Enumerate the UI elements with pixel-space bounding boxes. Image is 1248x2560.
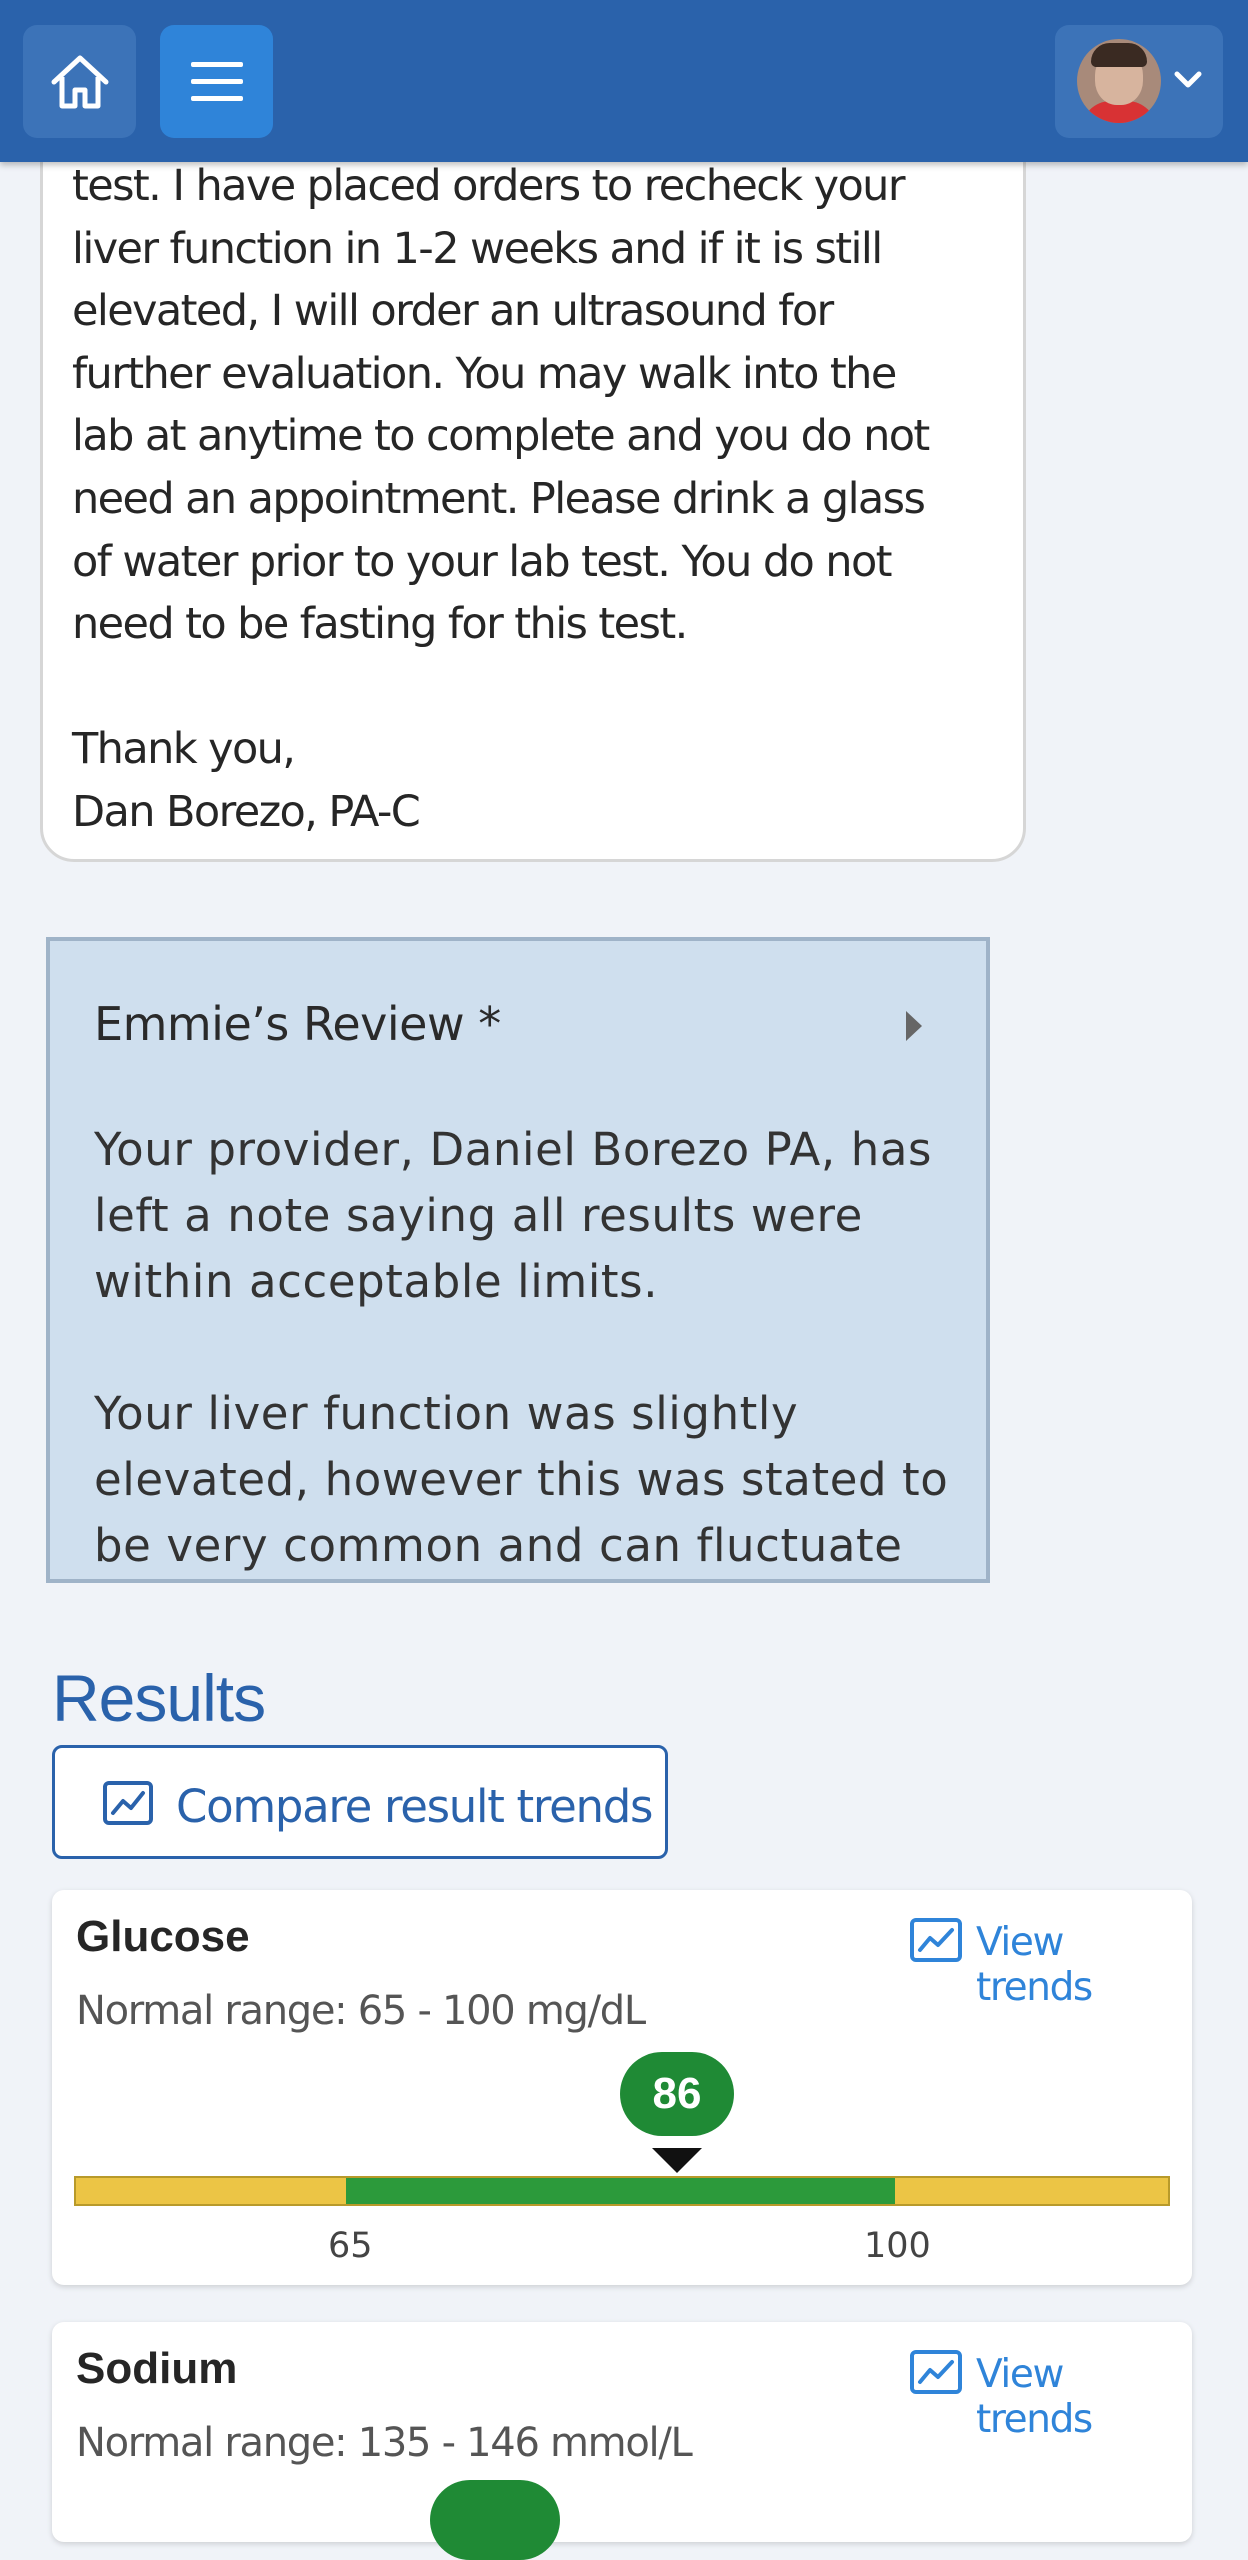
- account-menu-button[interactable]: [1055, 25, 1223, 138]
- message-line: of water prior to your lab test. You do …: [72, 536, 893, 587]
- message-line: elevated, I will order an ultrasound for: [72, 286, 834, 337]
- value-pointer-icon: [652, 2148, 702, 2173]
- trend-chart-icon: [910, 1918, 962, 1962]
- menu-button[interactable]: [160, 25, 273, 138]
- view-trends-link[interactable]: View trends: [910, 2346, 1180, 2442]
- hamburger-menu-icon: [190, 61, 243, 101]
- compare-result-trends-button[interactable]: Compare result trends: [52, 1745, 668, 1859]
- provider-message-text: test. I have placed orders to recheck yo…: [72, 155, 1002, 844]
- expand-arrow-icon[interactable]: [906, 1011, 922, 1041]
- message-closing: Thank you,: [72, 724, 296, 775]
- range-bar-normal-segment: [346, 2178, 895, 2204]
- review-panel[interactable]: Emmie’s Review * Your provider, Daniel B…: [46, 937, 990, 1583]
- result-card-sodium: Sodium View trends Normal range: 135 - 1…: [52, 2322, 1192, 2560]
- normal-range-text: Normal range: 135 - 146 mmol/L: [76, 2420, 693, 2466]
- compare-result-trends-label: Compare result trends: [176, 1780, 653, 1833]
- test-name: Sodium: [76, 2344, 238, 2393]
- review-body: Your provider, Daniel Borezo PA, has lef…: [94, 1117, 974, 1579]
- result-value-badge: 86: [620, 2052, 734, 2136]
- review-line: elevated, however this was stated to: [94, 1453, 949, 1506]
- trend-chart-icon: [103, 1781, 153, 1825]
- message-line: need an appointment. Please drink a glas…: [72, 473, 926, 524]
- review-line: within acceptable limits.: [94, 1255, 659, 1308]
- view-trends-link[interactable]: View trends: [910, 1914, 1180, 2010]
- message-signature: Dan Borezo, PA-C: [72, 786, 421, 837]
- view-trends-label: View trends: [976, 1920, 1093, 2010]
- home-button[interactable]: [23, 25, 136, 138]
- review-line: be very common and can fluctuate: [94, 1519, 903, 1572]
- message-line: test. I have placed orders to recheck yo…: [72, 161, 906, 211]
- normal-range-text: Normal range: 65 - 100 mg/dL: [76, 1988, 646, 2034]
- review-line: Your liver function was slightly: [94, 1387, 799, 1440]
- message-line: liver function in 1-2 weeks and if it is…: [72, 223, 883, 274]
- review-title: Emmie’s Review *: [94, 997, 501, 1051]
- review-line: Your provider, Daniel Borezo PA, has: [94, 1123, 933, 1176]
- results-heading: Results: [52, 1661, 266, 1735]
- message-line: need to be fasting for this test.: [72, 599, 688, 650]
- test-name: Glucose: [76, 1912, 250, 1961]
- avatar: [1077, 39, 1161, 123]
- trend-chart-icon: [910, 2350, 962, 2394]
- review-line: left a note saying all results were: [94, 1189, 863, 1242]
- result-card-glucose: Glucose View trends Normal range: 65 - 1…: [52, 1890, 1192, 2285]
- message-line: lab at anytime to complete and you do no…: [72, 411, 930, 462]
- view-trends-label: View trends: [976, 2352, 1093, 2442]
- chevron-down-icon: [1174, 71, 1202, 88]
- home-icon: [51, 55, 108, 108]
- range-high-label: 100: [864, 2226, 931, 2266]
- provider-message-card: test. I have placed orders to recheck yo…: [40, 90, 1026, 862]
- range-low-label: 65: [328, 2226, 373, 2266]
- range-bar: [74, 2176, 1170, 2206]
- message-line: further evaluation. You may walk into th…: [72, 348, 897, 399]
- result-value-badge: [430, 2480, 560, 2560]
- top-nav-bar: [0, 0, 1248, 162]
